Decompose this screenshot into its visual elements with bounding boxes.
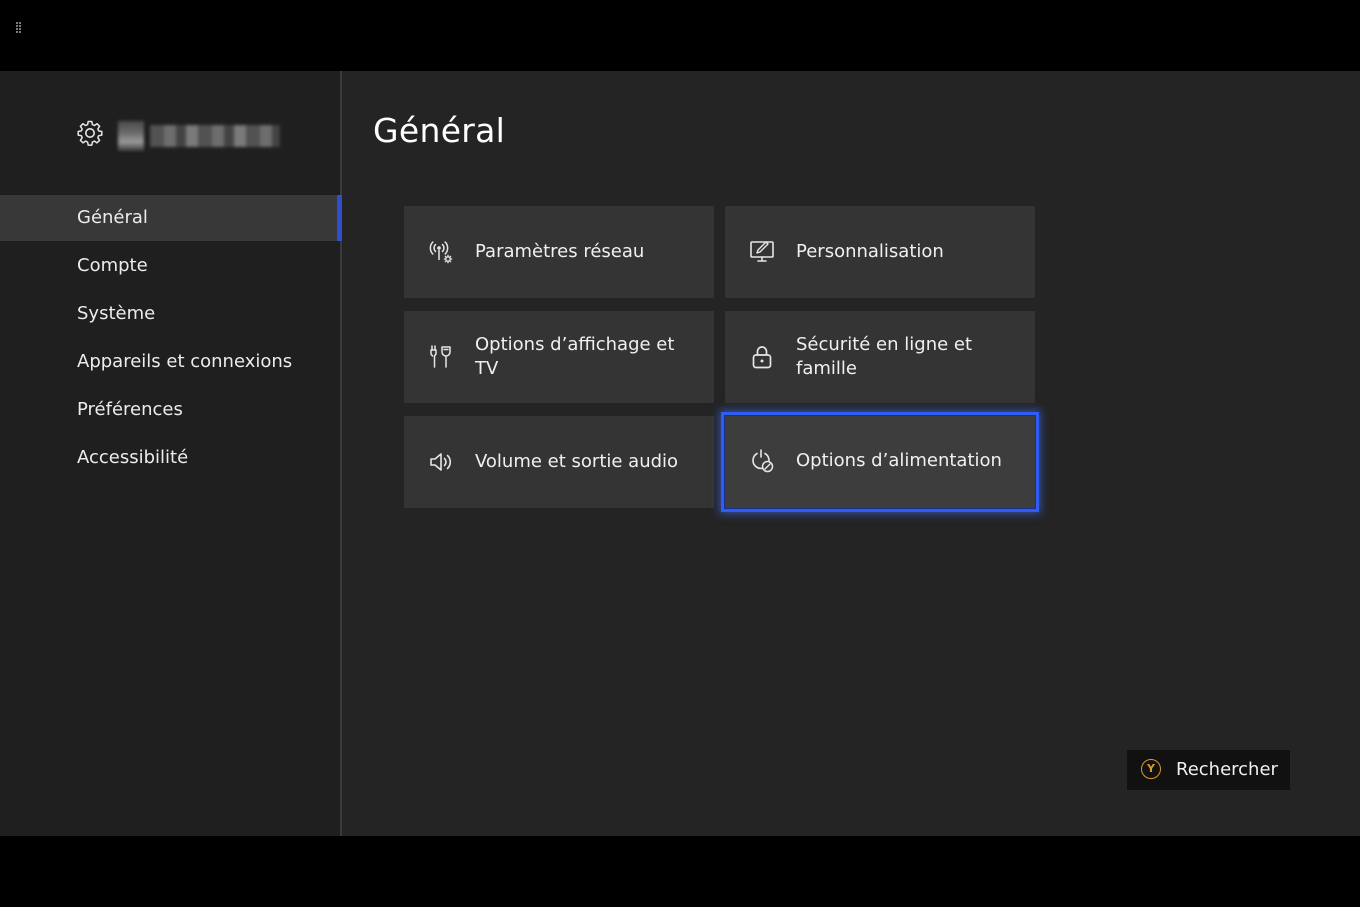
sidebar-item-label: Général: [77, 207, 148, 228]
sidebar-item-general[interactable]: Général: [0, 195, 342, 241]
sidebar-nav: Général Compte Système Appareils et conn…: [0, 195, 342, 483]
sidebar: Général Compte Système Appareils et conn…: [0, 71, 342, 836]
network-settings-icon: [429, 241, 453, 264]
sidebar-item-accessibility[interactable]: Accessibilité: [0, 435, 340, 481]
sidebar-item-label: Système: [77, 303, 156, 324]
drag-grip-icon[interactable]: [16, 22, 22, 34]
sidebar-item-account[interactable]: Compte: [0, 243, 340, 289]
avatar: [118, 121, 144, 151]
tile-online-safety[interactable]: Sécurité en ligne et famille: [725, 311, 1035, 403]
tile-display-tv[interactable]: Options d’affichage et TV: [404, 311, 714, 403]
tile-label: Volume et sortie audio: [475, 451, 679, 472]
sidebar-item-devices[interactable]: Appareils et connexions: [0, 339, 340, 385]
tile-personalization[interactable]: Personnalisation: [725, 206, 1035, 298]
tile-label: Options d’affichage et TV: [475, 334, 675, 379]
sidebar-item-label: Accessibilité: [77, 447, 189, 468]
power-leaf-icon: [752, 449, 774, 473]
tile-volume-audio[interactable]: Volume et sortie audio: [404, 416, 714, 508]
lock-icon: [752, 346, 772, 369]
sidebar-item-system[interactable]: Système: [0, 291, 340, 337]
profile-header: [76, 117, 306, 153]
settings-screen: Général Compte Système Appareils et conn…: [0, 71, 1360, 836]
console-screen: Général Compte Système Appareils et conn…: [0, 0, 1360, 907]
page-title: Général: [373, 111, 506, 150]
tile-power-options[interactable]: Options d’alimentation: [721, 412, 1039, 512]
gear-icon: [77, 120, 103, 146]
y-button-icon: Y: [1141, 759, 1161, 779]
tile-label: Paramètres réseau: [475, 241, 645, 262]
tile-label: Personnalisation: [796, 241, 944, 262]
search-button[interactable]: Y Rechercher: [1127, 750, 1290, 790]
tile-label: Options d’alimentation: [796, 450, 1002, 471]
sidebar-item-preferences[interactable]: Préférences: [0, 387, 340, 433]
personalization-icon: [750, 241, 774, 262]
sidebar-item-label: Compte: [77, 255, 148, 276]
speaker-icon: [430, 453, 452, 471]
tile-network-settings[interactable]: Paramètres réseau: [404, 206, 714, 298]
tile-label: Sécurité en ligne et famille: [796, 334, 973, 379]
top-letterbox: [0, 0, 1360, 71]
bottom-letterbox: [0, 836, 1360, 907]
search-button-label: Rechercher: [1176, 759, 1278, 780]
sidebar-item-label: Appareils et connexions: [77, 351, 293, 372]
gamertag-blurred: [150, 125, 280, 147]
sidebar-item-label: Préférences: [77, 399, 183, 420]
display-tv-icon: [430, 345, 451, 368]
